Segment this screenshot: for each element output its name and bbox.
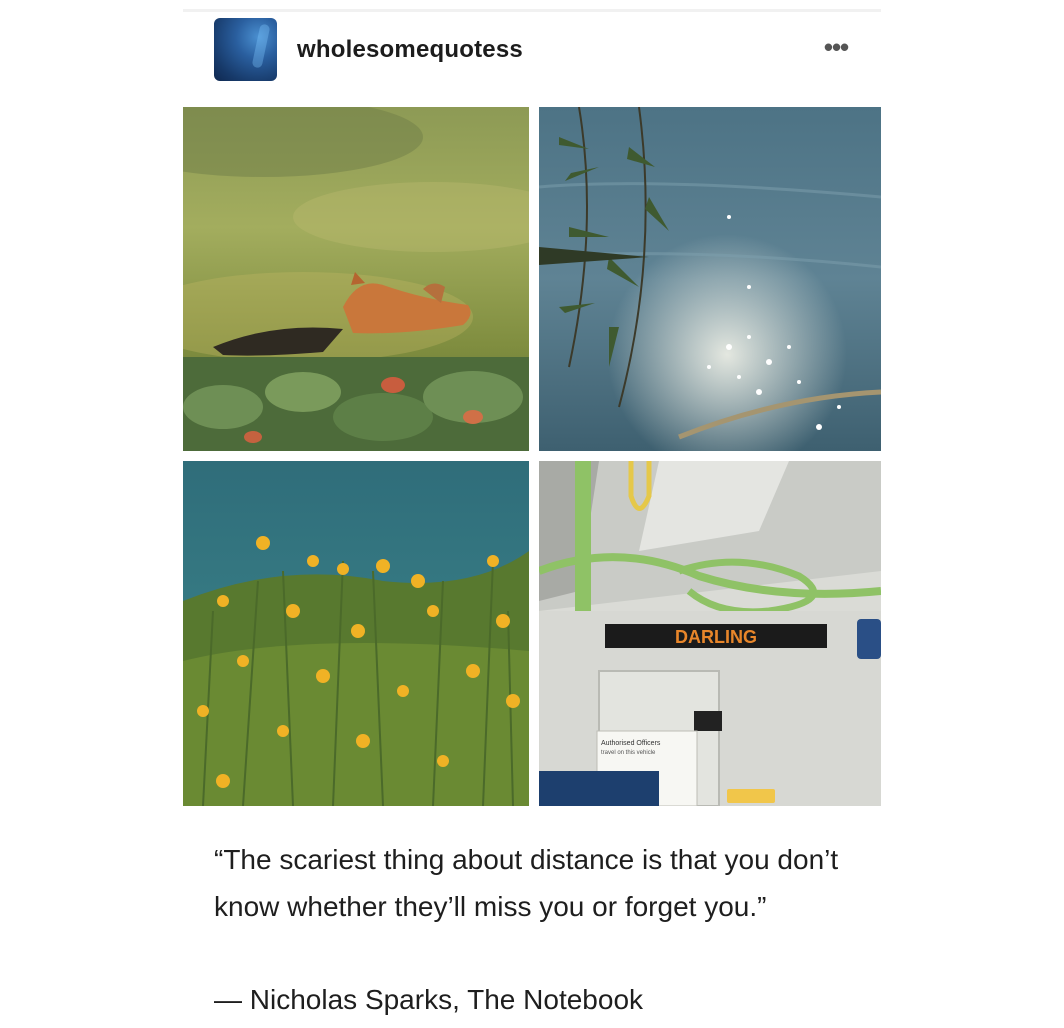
- photo-willow-water[interactable]: [539, 107, 881, 451]
- notice-title: Authorised Officers: [601, 740, 661, 747]
- quote-attribution: — Nicholas Sparks, The Notebook: [214, 984, 644, 1015]
- divider: [183, 9, 881, 12]
- avatar[interactable]: [214, 18, 277, 81]
- ellipsis-icon[interactable]: •••: [816, 32, 856, 62]
- destination-sign: DARLING: [675, 627, 757, 647]
- post-header: wholesomequotess •••: [183, 18, 881, 82]
- photo-cat-in-grass[interactable]: [183, 107, 529, 451]
- quote-text: “The scariest thing about distance is th…: [214, 844, 839, 922]
- photo-train-interior[interactable]: DARLING Authorised Officers travel on th…: [539, 461, 881, 806]
- notice-subtitle: travel on this vehicle: [601, 750, 656, 756]
- username-link[interactable]: wholesomequotess: [297, 36, 523, 64]
- post-card: wholesomequotess ••• DARLING Authorised …: [183, 0, 881, 1028]
- photo-flowers-sea[interactable]: [183, 461, 529, 806]
